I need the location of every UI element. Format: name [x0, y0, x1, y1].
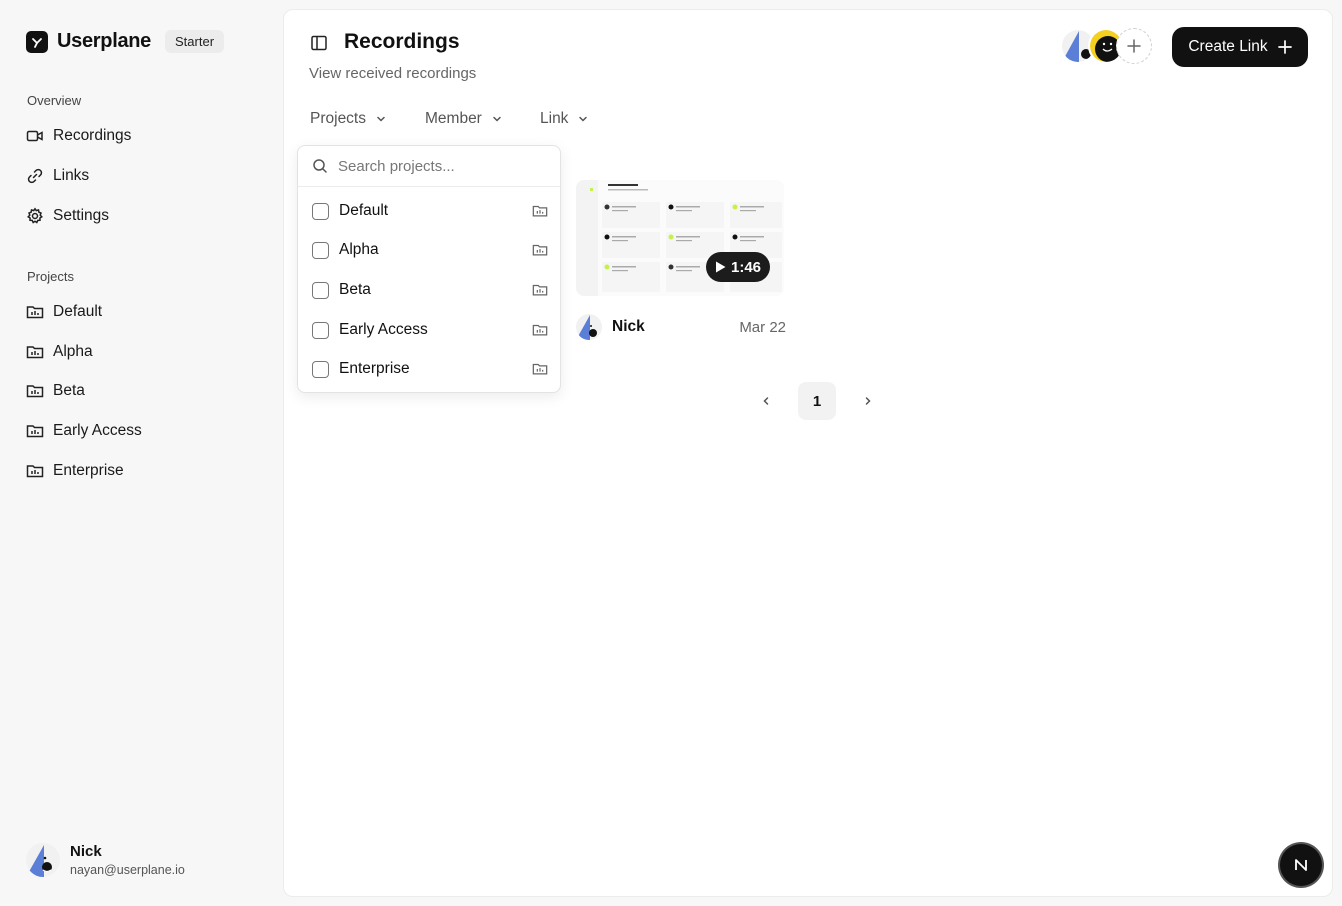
folder-icon [532, 244, 548, 256]
folder-icon [26, 382, 44, 400]
folder-icon [532, 205, 548, 217]
chevron-left-icon [763, 397, 769, 405]
project-option-default[interactable]: Default [312, 199, 548, 223]
previous-page-button[interactable] [754, 389, 778, 413]
folder-icon [26, 462, 44, 480]
folder-icon [26, 343, 44, 361]
project-option-early-access[interactable]: Early Access [312, 318, 548, 342]
project-option-beta[interactable]: Beta [312, 278, 548, 302]
projects-section-label: Projects [27, 269, 74, 284]
folder-icon [26, 303, 44, 321]
sidebar-item-early-access[interactable]: Early Access [26, 420, 142, 442]
sidebar-item-label: Early Access [53, 422, 142, 439]
brand-name: Userplane [57, 30, 152, 52]
chevron-down-icon [493, 116, 501, 122]
pagination: 1 [754, 382, 880, 420]
project-option-label: Default [339, 202, 389, 219]
sidebar-item-beta[interactable]: Beta [26, 380, 85, 402]
userplane-logo-icon [26, 30, 48, 53]
recording-meta: Nick Mar 22 [576, 314, 786, 340]
sidebar-item-label: Default [53, 303, 103, 320]
link-icon [26, 167, 44, 185]
recording-date: Mar 22 [739, 318, 786, 336]
project-option-label: Enterprise [339, 360, 410, 377]
user-name: Nick [70, 843, 102, 860]
checkbox[interactable] [312, 281, 329, 299]
link-filter[interactable]: Link [540, 110, 589, 128]
checkbox[interactable] [312, 360, 329, 378]
avatar [576, 314, 602, 340]
checkbox[interactable] [312, 202, 329, 220]
overview-section-label: Overview [27, 93, 82, 108]
brand[interactable]: Userplane Starter [26, 30, 225, 53]
user-card[interactable]: Nick nayan@userplane.io [26, 843, 185, 877]
page-subtitle: View received recordings [309, 65, 477, 82]
filter-label: Link [540, 110, 569, 127]
plus-icon [1277, 40, 1292, 54]
sidebar-item-label: Recordings [53, 127, 132, 144]
avatar [26, 843, 60, 877]
create-link-button[interactable]: Create Link [1172, 27, 1308, 67]
sidebar-item-recordings[interactable]: Recordings [26, 125, 131, 147]
recording-card[interactable]: 1:46 Nick Mar 22 [576, 180, 786, 340]
folder-icon [532, 324, 548, 336]
folder-icon [532, 284, 548, 296]
page-number-button[interactable]: 1 [798, 382, 836, 420]
folder-icon [26, 422, 44, 440]
plus-icon [1127, 39, 1141, 53]
folder-icon [532, 363, 548, 375]
checkbox[interactable] [312, 321, 329, 339]
projects-filter[interactable]: Projects [310, 110, 387, 128]
main-panel: Recordings View received recordings Crea… [283, 9, 1333, 897]
create-link-label: Create Link [1188, 38, 1268, 55]
search-icon [313, 159, 327, 173]
dev-tools-badge[interactable]: N [1280, 844, 1322, 886]
n-logo-icon [1295, 859, 1307, 871]
recording-thumbnail[interactable]: 1:46 [576, 180, 784, 296]
plan-badge: Starter [165, 30, 225, 53]
search-projects-input[interactable] [338, 157, 538, 175]
sidebar-item-links[interactable]: Links [26, 165, 89, 187]
next-page-button[interactable] [856, 389, 880, 413]
projects-dropdown: Default Alpha Beta Early Access Enterpri… [297, 145, 561, 393]
chevron-down-icon [579, 116, 588, 122]
sidebar-toggle-icon[interactable] [310, 34, 328, 52]
member-avatars[interactable] [1060, 28, 1152, 64]
sidebar: Userplane Starter Overview Recordings Li… [0, 0, 282, 906]
project-option-label: Beta [339, 281, 371, 298]
sidebar-item-label: Links [53, 167, 90, 184]
gear-icon [26, 207, 44, 225]
project-option-label: Early Access [339, 321, 428, 338]
sidebar-item-label: Settings [53, 207, 110, 224]
user-email: nayan@userplane.io [70, 863, 185, 877]
duration-text: 1:46 [730, 258, 762, 276]
duration-badge[interactable]: 1:46 [706, 252, 770, 282]
dropdown-search [298, 146, 560, 187]
chevron-down-icon [377, 116, 385, 122]
play-icon [715, 261, 726, 273]
filter-label: Projects [310, 110, 366, 127]
checkbox[interactable] [312, 241, 329, 259]
project-option-enterprise[interactable]: Enterprise [312, 357, 548, 381]
sidebar-item-label: Beta [53, 382, 85, 399]
sidebar-item-label: Enterprise [53, 462, 124, 479]
project-option-alpha[interactable]: Alpha [312, 238, 548, 262]
sidebar-item-label: Alpha [53, 343, 93, 360]
recording-author: Nick [612, 318, 645, 335]
page-title: Recordings [344, 30, 460, 53]
sidebar-item-enterprise[interactable]: Enterprise [26, 460, 124, 482]
filter-label: Member [425, 110, 482, 127]
sidebar-item-alpha[interactable]: Alpha [26, 341, 93, 363]
video-icon [26, 127, 44, 145]
member-filter[interactable]: Member [425, 110, 503, 128]
chevron-right-icon [865, 397, 871, 405]
sidebar-item-default[interactable]: Default [26, 301, 102, 323]
project-option-label: Alpha [339, 241, 379, 258]
sidebar-item-settings[interactable]: Settings [26, 205, 109, 227]
add-member-button[interactable] [1116, 28, 1152, 64]
